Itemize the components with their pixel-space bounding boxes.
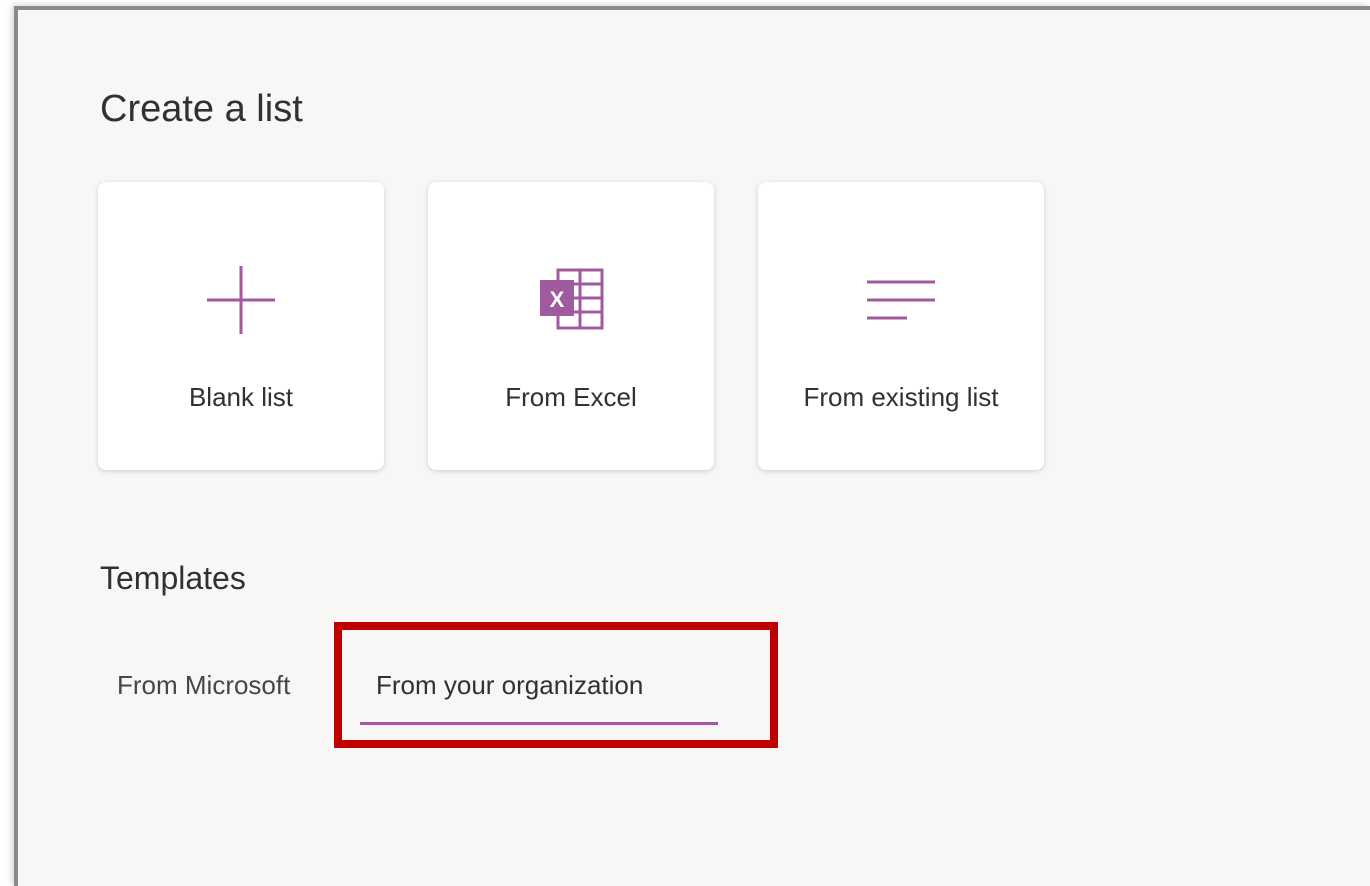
list-lines-icon — [861, 260, 941, 340]
tab-from-your-organization[interactable]: From your organization — [376, 670, 643, 701]
plus-icon — [201, 260, 281, 340]
from-existing-list-label: From existing list — [803, 382, 999, 412]
tab-from-microsoft[interactable]: From Microsoft — [117, 670, 290, 701]
from-existing-list-card[interactable]: From existing list — [758, 182, 1044, 470]
from-excel-card[interactable]: X From Excel — [428, 182, 714, 470]
blank-list-label: Blank list — [188, 382, 294, 412]
from-excel-label: From Excel — [505, 382, 637, 412]
page-title: Create a list — [100, 88, 303, 130]
blank-list-card[interactable]: Blank list — [98, 182, 384, 470]
create-list-panel: Create a list Blank list X From Excel Fr… — [14, 6, 1370, 886]
svg-text:X: X — [550, 287, 565, 312]
templates-heading: Templates — [100, 560, 246, 596]
excel-icon: X — [531, 260, 611, 340]
selected-tab-underline — [360, 722, 718, 725]
screenshot-frame: Create a list Blank list X From Excel Fr… — [0, 0, 1370, 886]
